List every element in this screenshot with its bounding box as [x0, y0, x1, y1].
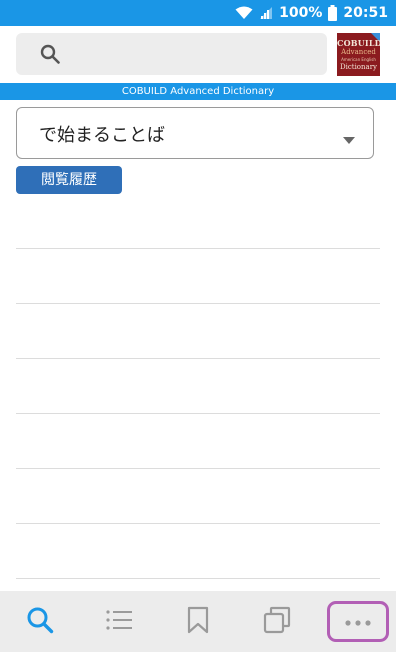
book-title-cobuild: COBUILD	[337, 38, 380, 48]
chevron-down-icon	[343, 129, 355, 148]
book-title-american-english: American English	[341, 57, 376, 62]
dictionary-banner: COBUILD Advanced Dictionary	[0, 83, 396, 100]
list-item[interactable]	[16, 414, 380, 469]
wifi-icon	[235, 6, 253, 20]
status-bar: 100% 20:51	[0, 0, 396, 26]
search-icon	[40, 44, 60, 68]
dropdown-selected-label: で始まることば	[39, 125, 165, 146]
bookmark-icon	[187, 606, 209, 638]
signal-icon	[259, 6, 273, 20]
nav-bookmark-button[interactable]	[168, 591, 228, 652]
list-item[interactable]	[16, 359, 380, 414]
copy-icon	[263, 606, 291, 638]
list-item[interactable]	[16, 304, 380, 359]
list-item[interactable]	[16, 469, 380, 524]
list-item[interactable]	[16, 249, 380, 304]
nav-search-button[interactable]	[10, 591, 70, 652]
result-list	[16, 194, 380, 579]
history-button[interactable]: 閲覧履歴	[16, 166, 122, 194]
search-box[interactable]	[16, 33, 327, 75]
search-input[interactable]	[72, 39, 316, 71]
book-title-advanced: Advanced	[341, 48, 376, 56]
list-item[interactable]	[16, 524, 380, 579]
list-icon	[105, 608, 133, 636]
nav-list-button[interactable]	[89, 591, 149, 652]
battery-icon	[328, 5, 338, 21]
dictionary-book-cover[interactable]: COBUILD Advanced American English Dictio…	[337, 33, 380, 76]
battery-percent: 100%	[279, 5, 323, 21]
status-icons: 100% 20:51	[235, 0, 388, 26]
clock: 20:51	[343, 5, 388, 21]
more-icon	[344, 612, 372, 631]
search-icon	[26, 606, 54, 638]
book-title-dictionary: Dictionary	[339, 63, 378, 71]
list-item[interactable]	[16, 194, 380, 249]
nav-copy-button[interactable]	[247, 591, 307, 652]
nav-more-button[interactable]	[327, 601, 389, 642]
search-mode-dropdown[interactable]: で始まることば	[16, 107, 374, 159]
